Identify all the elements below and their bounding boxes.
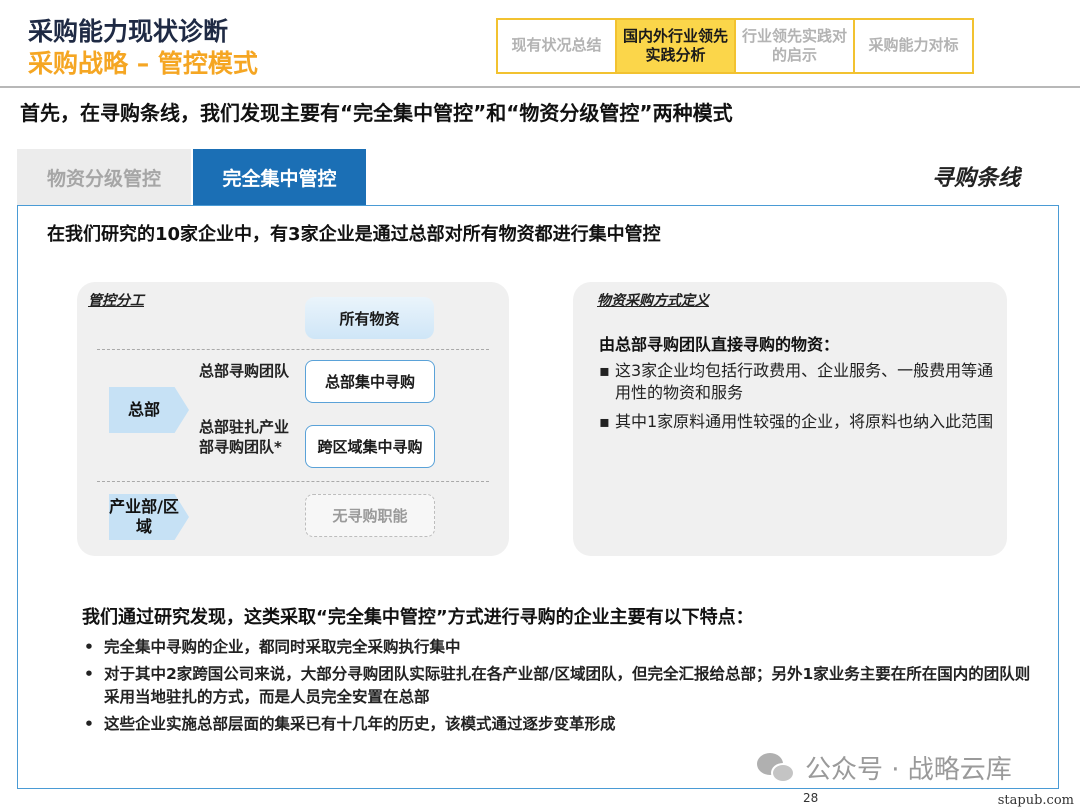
divider-dashed-top [97, 349, 489, 350]
stationed-team-label: 总部驻扎产业部寻购团队* [199, 418, 290, 456]
headline: 首先，在寻购条线，我们发现主要有“完全集中管控”和“物资分级管控”两种模式 [20, 101, 733, 125]
sourcing-line-label: 寻购条线 [931, 166, 1020, 191]
section-nav: 现有状况总结 国内外行业领先实践分析 行业领先实践对的启示 采购能力对标 [496, 18, 974, 74]
header-divider [0, 86, 1080, 88]
page-subtitle: 采购战略 – 管控模式 [28, 49, 258, 78]
hq-central-sourcing-box: 总部集中寻购 [305, 360, 435, 403]
page-number: 28 [803, 791, 819, 805]
list-item: 对于其中2家跨国公司来说，大部分寻购团队实际驻扎在各产业部/区域团队，但完全汇报… [82, 663, 1032, 708]
watermark: 公众号 · 战略云库 [757, 749, 1012, 786]
division-arrow: 产业部/区域 [109, 494, 189, 540]
list-item: 这些企业实施总部层面的集采已有十几年的历史，该模式通过逐步变革形成 [82, 713, 1032, 736]
control-division-label: 管控分工 [88, 293, 144, 309]
page-title: 采购能力现状诊断 [28, 17, 229, 46]
all-materials-pill: 所有物资 [305, 297, 434, 339]
nav-item-best-practice-analysis[interactable]: 国内外行业领先实践分析 [617, 20, 736, 72]
list-item: 完全集中寻购的企业，都同时采取完全采购执行集中 [82, 636, 1032, 659]
hq-team-label: 总部寻购团队 [199, 362, 290, 380]
nav-item-benchmarking[interactable]: 采购能力对标 [855, 20, 972, 72]
no-sourcing-box: 无寻购职能 [305, 494, 435, 537]
site-watermark: stapub.com [997, 793, 1074, 808]
tab-full-central-control[interactable]: 完全集中管控 [193, 149, 366, 205]
findings-heading: 我们通过研究发现，这类采取“完全集中管控”方式进行寻购的企业主要有以下特点： [82, 607, 754, 628]
tab-tiered-control[interactable]: 物资分级管控 [17, 149, 191, 205]
watermark-text: 公众号 · 战略云库 [805, 755, 1012, 785]
definition-heading: 由总部寻购团队直接寻购的物资： [599, 335, 840, 354]
divider-dashed-bottom [97, 481, 489, 482]
hq-arrow: 总部 [109, 387, 189, 433]
cross-region-sourcing-box: 跨区域集中寻购 [305, 425, 435, 468]
list-item: 这3家企业均包括行政费用、企业服务、一般费用等通用性的物资和服务 [599, 360, 995, 405]
list-item: 其中1家原料通用性较强的企业，将原料也纳入此范围 [599, 411, 995, 434]
definition-list: 这3家企业均包括行政费用、企业服务、一般费用等通用性的物资和服务 其中1家原料通… [599, 360, 995, 439]
nav-item-status-summary[interactable]: 现有状况总结 [498, 20, 617, 72]
findings-list: 完全集中寻购的企业，都同时采取完全采购执行集中 对于其中2家跨国公司来说，大部分… [82, 636, 1032, 741]
nav-item-practice-insights[interactable]: 行业领先实践对的启示 [736, 20, 855, 72]
wechat-icon [757, 751, 797, 785]
intro-text: 在我们研究的10家企业中，有3家企业是通过总部对所有物资都进行集中管控 [47, 224, 661, 245]
procurement-definition-label: 物资采购方式定义 [597, 293, 709, 309]
